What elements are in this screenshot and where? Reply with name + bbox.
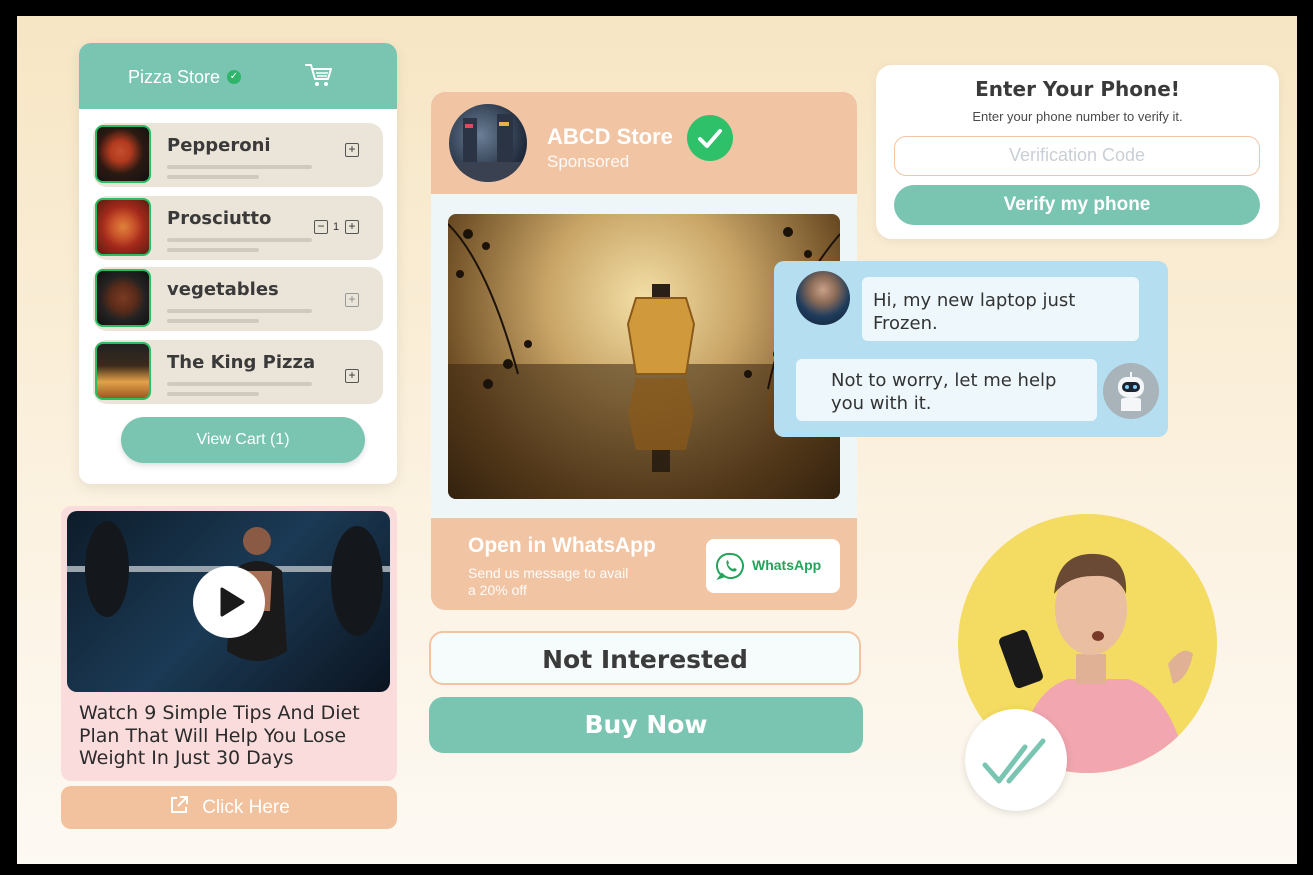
ad-header: ABCD Store Sponsored: [431, 92, 857, 194]
placeholder-bar: [167, 319, 259, 323]
placeholder-bar: [167, 165, 312, 169]
pizza-item-name: vegetables: [167, 279, 279, 300]
video-card: Watch 9 Simple Tips And Diet Plan That W…: [61, 506, 397, 781]
placeholder-bar: [167, 309, 312, 313]
pizza-item-name: Pepperoni: [167, 135, 271, 156]
store-avatar: [449, 104, 527, 182]
pizza-item-pepperoni[interactable]: Pepperoni +: [93, 123, 383, 187]
vegetables-image: [95, 269, 151, 327]
sponsored-label: Sponsored: [547, 152, 630, 171]
add-icon[interactable]: +: [345, 293, 359, 307]
pizza-item-name: Prosciutto: [167, 208, 272, 229]
not-interested-button[interactable]: Not Interested: [429, 631, 861, 685]
buy-now-button[interactable]: Buy Now: [429, 697, 863, 753]
whatsapp-icon: [716, 552, 744, 580]
promo-canvas: Pizza Store ✓ Pepperoni + Prosciutto − 1…: [17, 16, 1297, 864]
minus-icon[interactable]: −: [314, 220, 328, 234]
add-icon[interactable]: +: [345, 220, 359, 234]
whatsapp-cta-title: Open in WhatsApp: [468, 534, 656, 557]
placeholder-bar: [167, 238, 312, 242]
placeholder-bar: [167, 392, 259, 396]
placeholder-bar: [167, 175, 259, 179]
verification-code-input[interactable]: Verification Code: [894, 136, 1260, 176]
pizza-item-prosciutto[interactable]: Prosciutto − 1 +: [93, 196, 383, 260]
pizza-item-name: The King Pizza: [167, 352, 316, 373]
chat-message-text: Hi, my new laptop just Frozen.: [873, 290, 1076, 334]
placeholder-bar: [167, 382, 312, 386]
prosciutto-image: [95, 198, 151, 256]
whatsapp-cta-subtitle: Send us message to avail a 20% off: [468, 565, 629, 598]
robot-avatar-icon: [1103, 363, 1159, 419]
pizza-store-header: Pizza Store ✓: [79, 43, 397, 109]
pizza-store-card: Pizza Store ✓ Pepperoni + Prosciutto − 1…: [79, 43, 397, 484]
store-name: ABCD Store: [547, 124, 673, 149]
quantity-value: 1: [333, 221, 340, 233]
pepperoni-image: [95, 125, 151, 183]
chat-message-bot: Not to worry, let me help you with it.: [796, 359, 1097, 421]
pizza-item-the-king-pizza[interactable]: The King Pizza +: [93, 340, 383, 404]
chat-message-user: Hi, my new laptop just Frozen.: [862, 277, 1139, 341]
verified-badge-icon: [687, 115, 733, 161]
pizza-item-vegetables[interactable]: vegetables +: [93, 267, 383, 331]
video-caption: Watch 9 Simple Tips And Diet Plan That W…: [79, 702, 360, 769]
whatsapp-button-label: WhatsApp: [752, 557, 822, 573]
whatsapp-cta-section: Open in WhatsApp Send us message to avai…: [431, 518, 857, 610]
add-icon[interactable]: +: [345, 143, 359, 157]
phone-verification-card: Enter Your Phone! Enter your phone numbe…: [876, 65, 1279, 239]
external-link-icon: [171, 796, 189, 813]
support-chat-card: Hi, my new laptop just Frozen. Not to wo…: [774, 261, 1168, 437]
view-cart-button[interactable]: View Cart (1): [121, 417, 365, 463]
pizza-store-title: Pizza Store: [128, 67, 221, 87]
king-pizza-image: [95, 342, 151, 400]
verify-phone-button[interactable]: Verify my phone: [894, 185, 1260, 225]
double-check-icon: [965, 709, 1067, 811]
play-button[interactable]: [193, 566, 265, 638]
placeholder-bar: [167, 248, 259, 252]
cart-icon[interactable]: [304, 61, 334, 89]
chat-message-text: Not to worry, let me help you with it.: [831, 370, 1057, 414]
click-here-label: Click Here: [202, 797, 290, 818]
user-avatar: [796, 271, 850, 325]
phone-card-subtitle: Enter your phone number to verify it.: [972, 109, 1183, 124]
click-here-button[interactable]: Click Here: [61, 786, 397, 829]
verified-check-icon: ✓: [227, 70, 241, 84]
video-thumbnail[interactable]: [67, 511, 390, 692]
play-icon: [220, 587, 245, 617]
phone-card-title: Enter Your Phone!: [975, 77, 1180, 101]
whatsapp-button[interactable]: WhatsApp: [706, 539, 840, 593]
add-icon[interactable]: +: [345, 369, 359, 383]
